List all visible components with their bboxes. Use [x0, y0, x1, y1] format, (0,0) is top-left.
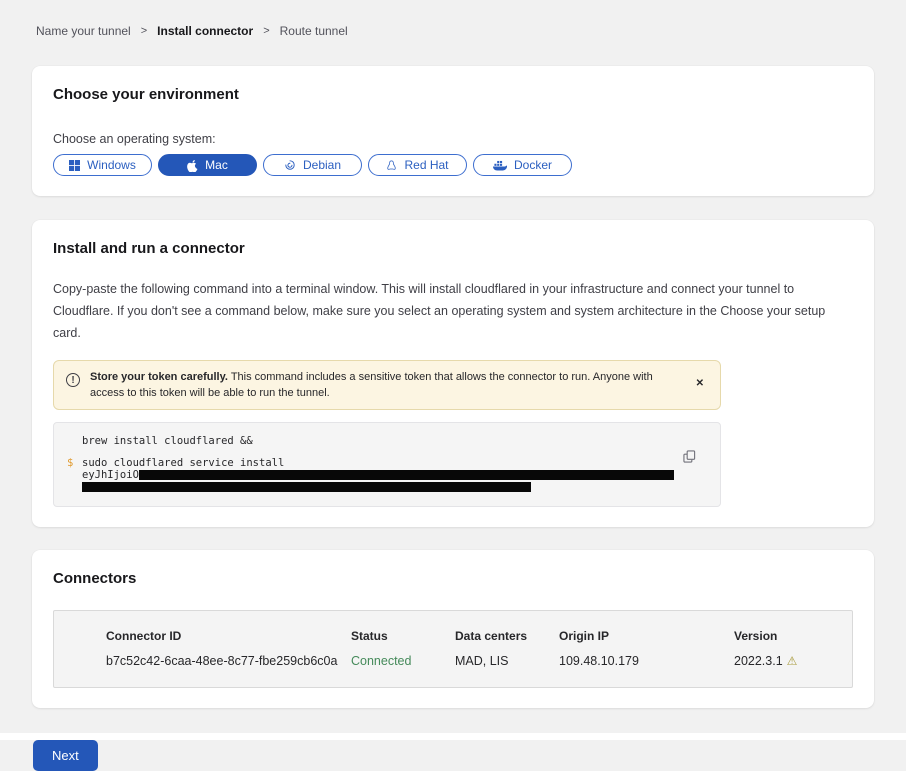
- tux-icon: [386, 159, 397, 172]
- os-button-label: Mac: [205, 158, 228, 172]
- code-text: sudo cloudflared service install: [82, 458, 284, 469]
- code-line-brew: brew install cloudflared &&: [67, 436, 680, 447]
- os-select-label: Choose an operating system:: [53, 132, 853, 147]
- environment-card: Choose your environment Choose an operat…: [32, 66, 874, 196]
- version-number: 2022.3.1: [734, 654, 783, 668]
- install-card-title: Install and run a connector: [53, 240, 853, 258]
- code-text: brew install cloudflared &&: [82, 436, 253, 447]
- breadcrumb: Name your tunnel > Install connector > R…: [0, 0, 906, 38]
- os-button-windows[interactable]: Windows: [53, 154, 152, 176]
- shell-prompt: $: [67, 458, 82, 469]
- warning-triangle-icon: ⚠: [787, 654, 798, 668]
- info-circle-icon: !: [66, 373, 80, 387]
- breadcrumb-separator-icon: >: [263, 25, 269, 37]
- code-line-token-2: [67, 482, 680, 492]
- col-header-origin-ip: Origin IP: [559, 629, 734, 644]
- status-badge: Connected: [351, 653, 455, 669]
- windows-icon: [69, 160, 80, 171]
- code-line-token: eyJhIjoiO: [67, 470, 680, 481]
- col-header-status: Status: [351, 629, 455, 644]
- token-redaction-bar: [82, 482, 531, 492]
- code-line-install: $ sudo cloudflared service install: [67, 458, 680, 469]
- os-button-redhat[interactable]: Red Hat: [368, 154, 467, 176]
- install-instructions: Copy-paste the following command into a …: [53, 278, 853, 344]
- table-row: b7c52c42-6caa-48ee-8c77-fbe259cb6c0a Con…: [106, 653, 832, 669]
- col-header-connector-id: Connector ID: [106, 629, 351, 644]
- breadcrumb-step-route-tunnel[interactable]: Route tunnel: [280, 24, 348, 38]
- code-prompt-spacer: [67, 470, 82, 481]
- copy-icon[interactable]: [683, 450, 696, 466]
- origin-ip-value: 109.48.10.179: [559, 653, 734, 669]
- close-icon[interactable]: ✕: [696, 379, 704, 389]
- connector-id-value: b7c52c42-6caa-48ee-8c77-fbe259cb6c0a: [106, 653, 351, 669]
- code-prompt-spacer: [67, 436, 82, 447]
- connectors-table-header: Connector ID Status Data centers Origin …: [106, 629, 832, 644]
- environment-card-title: Choose your environment: [53, 86, 853, 104]
- breadcrumb-separator-icon: >: [141, 25, 147, 37]
- connectors-card-title: Connectors: [53, 570, 853, 588]
- os-button-mac[interactable]: Mac: [158, 154, 257, 176]
- data-centers-value: MAD, LIS: [455, 653, 559, 669]
- breadcrumb-step-install-connector[interactable]: Install connector: [157, 24, 253, 38]
- col-header-data-centers: Data centers: [455, 629, 559, 644]
- token-redaction-bar: [139, 470, 674, 480]
- debian-icon: [284, 159, 296, 171]
- token-warning-banner: ! Store your token carefully. This comma…: [53, 360, 721, 410]
- os-button-label: Debian: [303, 158, 341, 172]
- command-code-block: brew install cloudflared && $ sudo cloud…: [53, 422, 721, 507]
- warning-title: Store your token carefully.: [90, 371, 228, 383]
- warning-text: Store your token carefully. This command…: [90, 369, 680, 401]
- version-value: 2022.3.1 ⚠: [734, 653, 832, 669]
- apple-icon: [187, 159, 198, 172]
- breadcrumb-step-name-your-tunnel[interactable]: Name your tunnel: [36, 24, 131, 38]
- os-button-label: Red Hat: [404, 158, 448, 172]
- connectors-table: Connector ID Status Data centers Origin …: [53, 610, 853, 688]
- os-button-label: Windows: [87, 158, 136, 172]
- os-button-group: Windows Mac Debian Red Hat Docker: [53, 154, 853, 176]
- next-button[interactable]: Next: [33, 740, 98, 771]
- install-card: Install and run a connector Copy-paste t…: [32, 220, 874, 527]
- code-prompt-spacer: [67, 482, 82, 492]
- os-button-docker[interactable]: Docker: [473, 154, 572, 176]
- bottom-strip: [0, 733, 906, 740]
- docker-icon: [493, 160, 507, 171]
- connectors-card: Connectors Connector ID Status Data cent…: [32, 550, 874, 708]
- os-button-debian[interactable]: Debian: [263, 154, 362, 176]
- os-button-label: Docker: [514, 158, 552, 172]
- col-header-version: Version: [734, 629, 832, 644]
- token-prefix: eyJhIjoiO: [82, 470, 139, 481]
